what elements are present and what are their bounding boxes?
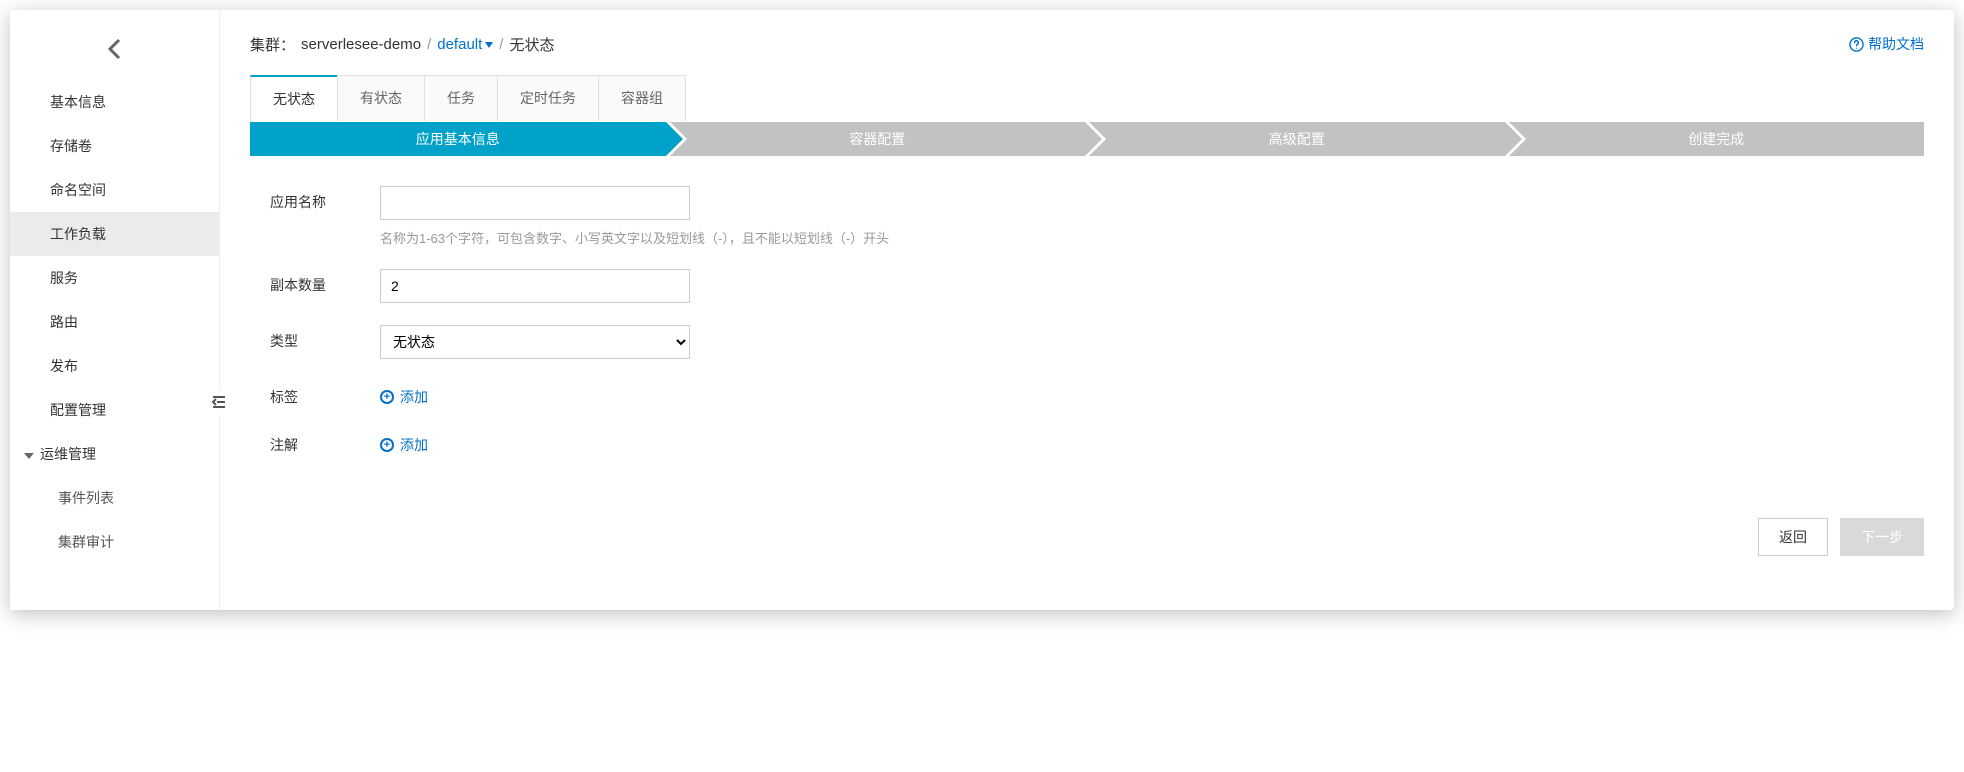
app-name-label: 应用名称 bbox=[270, 186, 380, 212]
tab-pods[interactable]: 容器组 bbox=[598, 75, 686, 121]
replicas-input[interactable] bbox=[380, 269, 690, 303]
sidebar-item-service[interactable]: 服务 bbox=[10, 256, 219, 300]
caret-down-icon bbox=[24, 448, 34, 464]
breadcrumb-namespace-dropdown[interactable]: default bbox=[437, 36, 493, 53]
sidebar-item-config[interactable]: 配置管理 bbox=[10, 388, 219, 432]
wizard-steps: 应用基本信息 容器配置 高级配置 创建完成 bbox=[250, 122, 1924, 156]
breadcrumb-separator: / bbox=[427, 36, 431, 53]
add-annotation-button[interactable]: + 添加 bbox=[380, 429, 428, 455]
replicas-label: 副本数量 bbox=[270, 269, 380, 295]
back-button[interactable] bbox=[10, 20, 219, 80]
sidebar-item-workload[interactable]: 工作负载 bbox=[10, 212, 219, 256]
next-button[interactable]: 下一步 bbox=[1840, 518, 1924, 556]
sidebar-item-ops[interactable]: 运维管理 bbox=[10, 432, 219, 476]
add-label-button[interactable]: + 添加 bbox=[380, 381, 428, 407]
step-complete[interactable]: 创建完成 bbox=[1509, 122, 1925, 156]
caret-down-icon bbox=[485, 42, 493, 48]
sidebar-item-basic-info[interactable]: 基本信息 bbox=[10, 80, 219, 124]
add-annotation-text: 添加 bbox=[400, 435, 428, 455]
question-circle-icon bbox=[1849, 37, 1864, 52]
sidebar-item-namespace[interactable]: 命名空间 bbox=[10, 168, 219, 212]
breadcrumb-cluster-label: 集群： bbox=[250, 34, 295, 55]
breadcrumb: 集群： serverlesee-demo / default / 无状态 bbox=[250, 34, 1924, 55]
add-label-text: 添加 bbox=[400, 387, 428, 407]
back-button[interactable]: 返回 bbox=[1758, 518, 1828, 556]
sidebar-item-audit[interactable]: 集群审计 bbox=[10, 520, 219, 564]
help-link-label: 帮助文档 bbox=[1868, 34, 1924, 54]
breadcrumb-cluster-name: serverlesee-demo bbox=[301, 36, 421, 53]
plus-circle-icon: + bbox=[380, 438, 394, 452]
help-link[interactable]: 帮助文档 bbox=[1849, 34, 1924, 54]
breadcrumb-separator: / bbox=[499, 36, 503, 53]
app-name-hint: 名称为1-63个字符，可包含数字、小写英文字以及短划线（-），且不能以短划线（-… bbox=[380, 228, 1904, 247]
plus-circle-icon: + bbox=[380, 390, 394, 404]
breadcrumb-namespace-label: default bbox=[437, 36, 482, 53]
app-name-input[interactable] bbox=[380, 186, 690, 220]
annotations-label: 注解 bbox=[270, 429, 380, 455]
type-label: 类型 bbox=[270, 325, 380, 351]
form-footer: 返回 下一步 bbox=[250, 507, 1924, 566]
tab-stateful[interactable]: 有状态 bbox=[337, 75, 425, 121]
sidebar-item-release[interactable]: 发布 bbox=[10, 344, 219, 388]
tab-cronjob[interactable]: 定时任务 bbox=[497, 75, 599, 121]
sidebar-item-events[interactable]: 事件列表 bbox=[10, 476, 219, 520]
form: 应用名称 名称为1-63个字符，可包含数字、小写英文字以及短划线（-），且不能以… bbox=[250, 156, 1924, 507]
chevron-left-icon bbox=[107, 38, 123, 60]
step-advanced-config[interactable]: 高级配置 bbox=[1089, 122, 1505, 156]
step-basic-info[interactable]: 应用基本信息 bbox=[250, 122, 666, 156]
tab-stateless[interactable]: 无状态 bbox=[250, 75, 338, 121]
tabs: 无状态 有状态 任务 定时任务 容器组 bbox=[250, 75, 1924, 122]
sidebar-item-route[interactable]: 路由 bbox=[10, 300, 219, 344]
step-container-config[interactable]: 容器配置 bbox=[670, 122, 1086, 156]
labels-label: 标签 bbox=[270, 381, 380, 407]
type-select[interactable]: 无状态 bbox=[380, 325, 690, 359]
sidebar: 基本信息 存储卷 命名空间 工作负载 服务 路由 发布 配置管理 运维管理 事件… bbox=[10, 10, 220, 610]
tab-job[interactable]: 任务 bbox=[424, 75, 498, 121]
sidebar-item-storage[interactable]: 存储卷 bbox=[10, 124, 219, 168]
breadcrumb-current: 无状态 bbox=[509, 34, 554, 55]
sidebar-item-label: 运维管理 bbox=[40, 446, 96, 462]
main-content: 集群： serverlesee-demo / default / 无状态 帮助文… bbox=[220, 10, 1954, 610]
